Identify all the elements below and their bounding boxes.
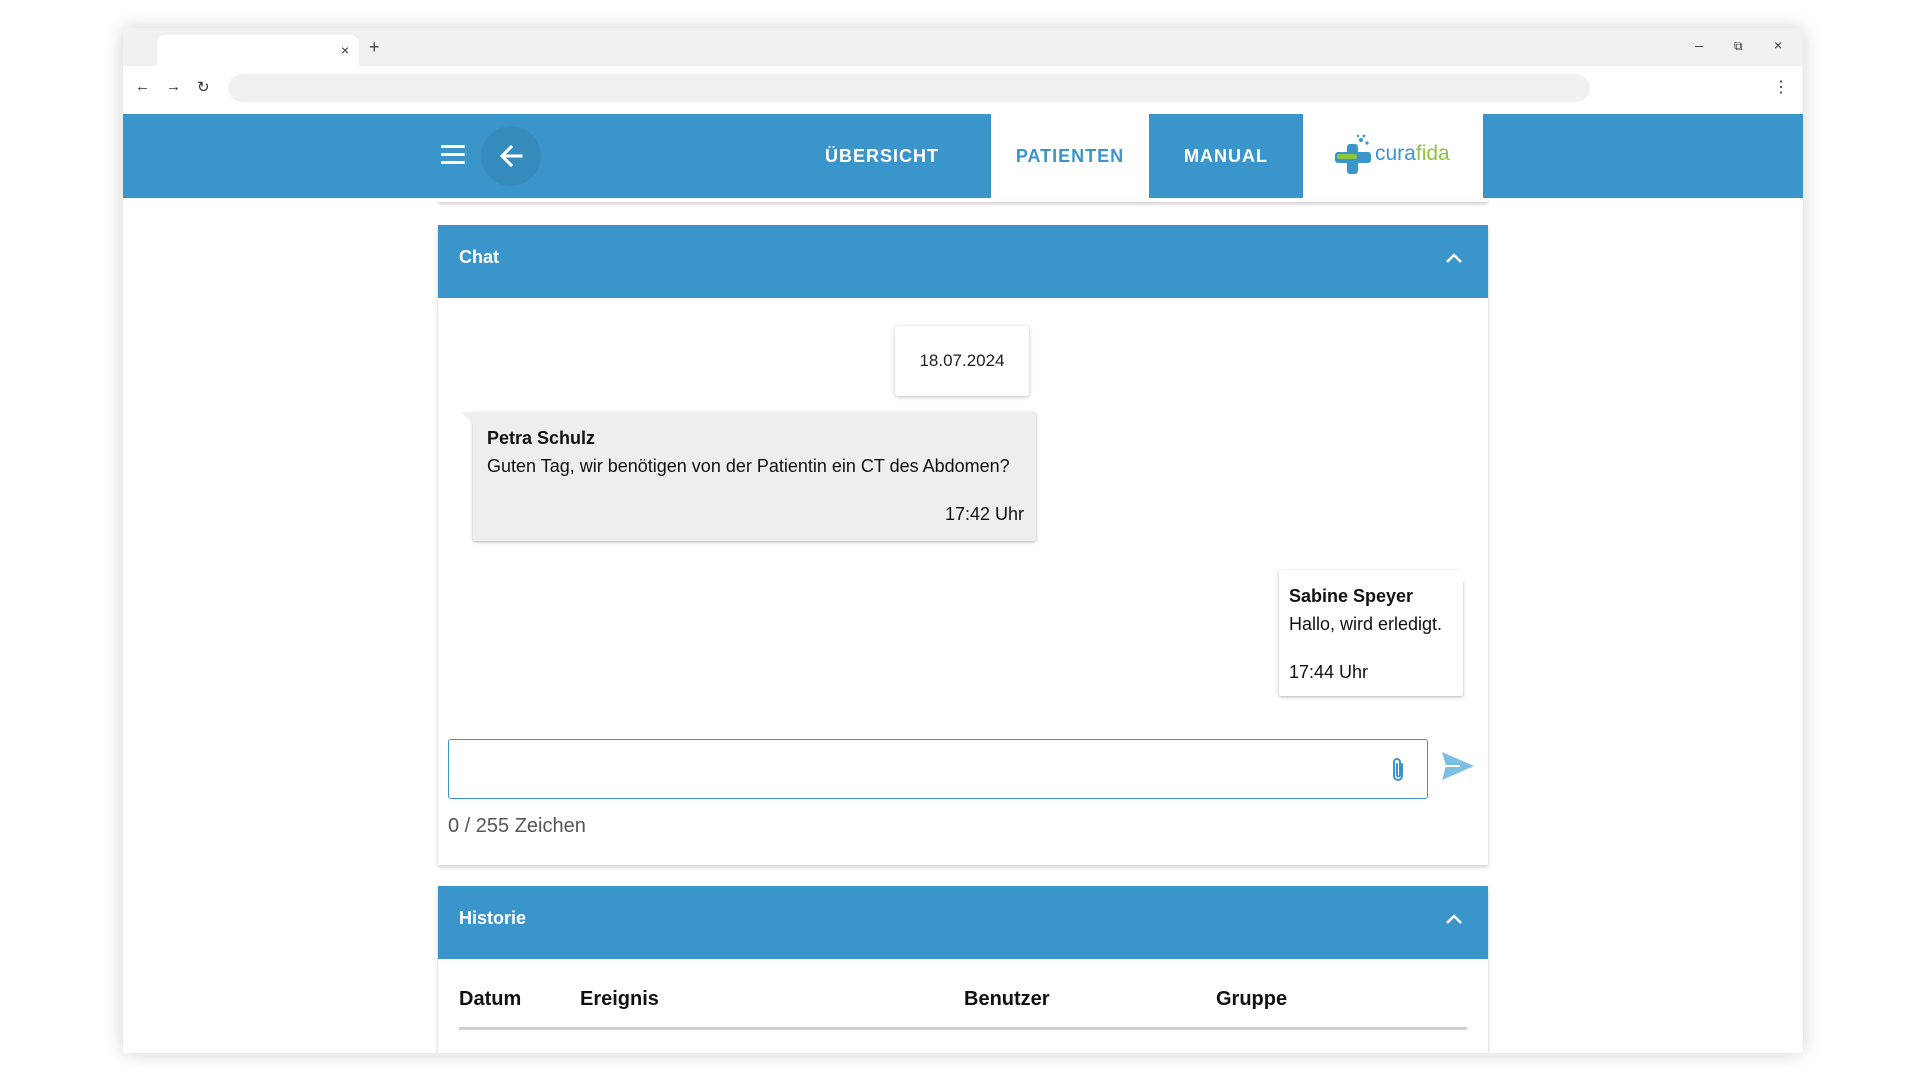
logo-cross-icon	[1335, 134, 1371, 174]
maximize-icon[interactable]: ⧉	[1734, 39, 1743, 54]
bubble-tail	[1463, 570, 1473, 582]
message-text: Hallo, wird erledigt.	[1289, 614, 1443, 634]
history-table-header: Datum Ereignis Benutzer Gruppe	[459, 988, 1467, 1030]
message-text: Guten Tag, wir benötigen von der Patient…	[487, 456, 1010, 476]
message-input[interactable]	[461, 750, 1361, 788]
date-chip: 18.07.2024	[895, 326, 1029, 396]
message-author: Sabine Speyer	[1289, 586, 1414, 606]
browser-back-icon[interactable]: ←	[135, 78, 150, 95]
message-time: 17:42 Uhr	[944, 504, 1024, 524]
history-panel: Historie Datum Ereignis Benutzer Gruppe	[438, 886, 1488, 1053]
tab-close-icon[interactable]: ×	[341, 42, 349, 58]
chat-body: 18.07.2024 Petra Schulz Guten Tag, wir b…	[438, 298, 1488, 865]
logo-wordmark: curafida	[1375, 142, 1450, 165]
message-input-field[interactable]	[448, 739, 1428, 799]
chat-panel: Chat 18.07.2024 Petra Schulz Guten Tag, …	[438, 225, 1488, 865]
tab-uebersicht[interactable]: ÜBERSICHT	[823, 114, 941, 198]
history-panel-header[interactable]: Historie	[438, 886, 1488, 959]
browser-window: × + – ⧉ × ← → ↻ ⋮ ÜBERSICHT PATIENTEN MA…	[123, 28, 1803, 1053]
bubble-tail	[461, 412, 473, 424]
history-title: Historie	[459, 908, 527, 928]
character-counter: 0 / 255 Zeichen	[448, 815, 586, 837]
browser-tab[interactable]: ×	[157, 35, 359, 66]
message-author: Petra Schulz	[487, 428, 596, 448]
reload-icon[interactable]: ↻	[197, 78, 210, 96]
message-time: 17:44 Uhr	[1289, 662, 1369, 682]
column-header-ereignis[interactable]: Ereignis	[580, 988, 659, 1011]
paperclip-icon[interactable]	[1391, 756, 1405, 784]
column-header-datum[interactable]: Datum	[459, 988, 521, 1011]
browser-toolbar: ← → ↻ ⋮	[123, 66, 1803, 114]
browser-forward-icon[interactable]: →	[166, 78, 181, 95]
chevron-up-icon[interactable]	[1444, 912, 1464, 926]
message-incoming: Petra Schulz Guten Tag, wir benötigen vo…	[461, 412, 1036, 541]
app-header: ÜBERSICHT PATIENTEN MANUAL curafida	[123, 114, 1803, 198]
column-header-gruppe[interactable]: Gruppe	[1216, 988, 1287, 1011]
browser-tabstrip: × + – ⧉ ×	[123, 28, 1803, 66]
chat-panel-header[interactable]: Chat	[438, 225, 1488, 298]
message-outgoing: Sabine Speyer Hallo, wird erledigt. 17:4…	[1279, 570, 1473, 696]
back-arrow-icon[interactable]	[481, 126, 541, 186]
previous-panel-edge	[438, 198, 1488, 202]
column-header-benutzer[interactable]: Benutzer	[964, 988, 1050, 1011]
minimize-icon[interactable]: –	[1695, 37, 1703, 53]
chevron-up-icon[interactable]	[1444, 251, 1464, 265]
window-close-icon[interactable]: ×	[1774, 37, 1782, 53]
tab-patienten[interactable]: PATIENTEN	[991, 114, 1149, 198]
new-tab-icon[interactable]: +	[369, 37, 380, 58]
browser-menu-icon[interactable]: ⋮	[1773, 77, 1789, 97]
address-bar[interactable]	[228, 74, 1590, 102]
send-icon[interactable]	[1440, 750, 1476, 782]
chat-title: Chat	[459, 247, 499, 267]
hamburger-menu-icon[interactable]	[441, 145, 465, 165]
tab-manual[interactable]: MANUAL	[1149, 114, 1303, 198]
curafida-logo: curafida	[1303, 114, 1483, 198]
